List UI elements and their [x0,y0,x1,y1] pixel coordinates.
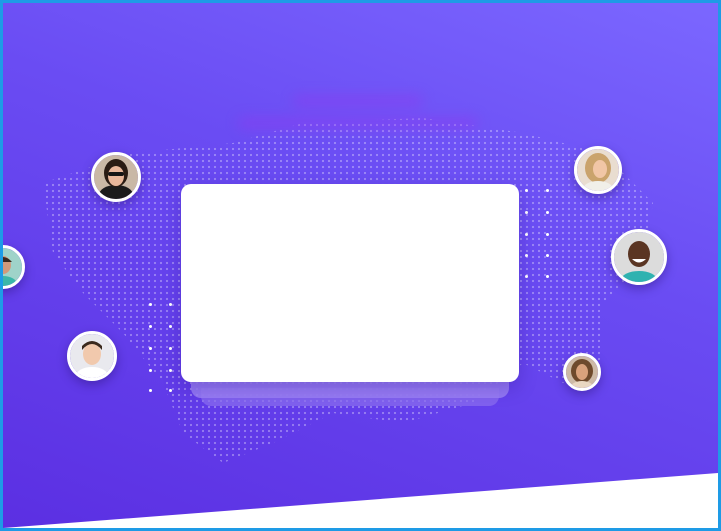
avatar-woman-blonde [574,146,622,194]
avatar-woman-sunglasses [91,152,141,202]
page-frame [0,0,721,531]
avatar-smiling-man [611,229,667,285]
avatar-woman-curly [563,353,601,391]
bottom-white-wedge [3,473,718,528]
avatar-young-man [67,331,117,381]
